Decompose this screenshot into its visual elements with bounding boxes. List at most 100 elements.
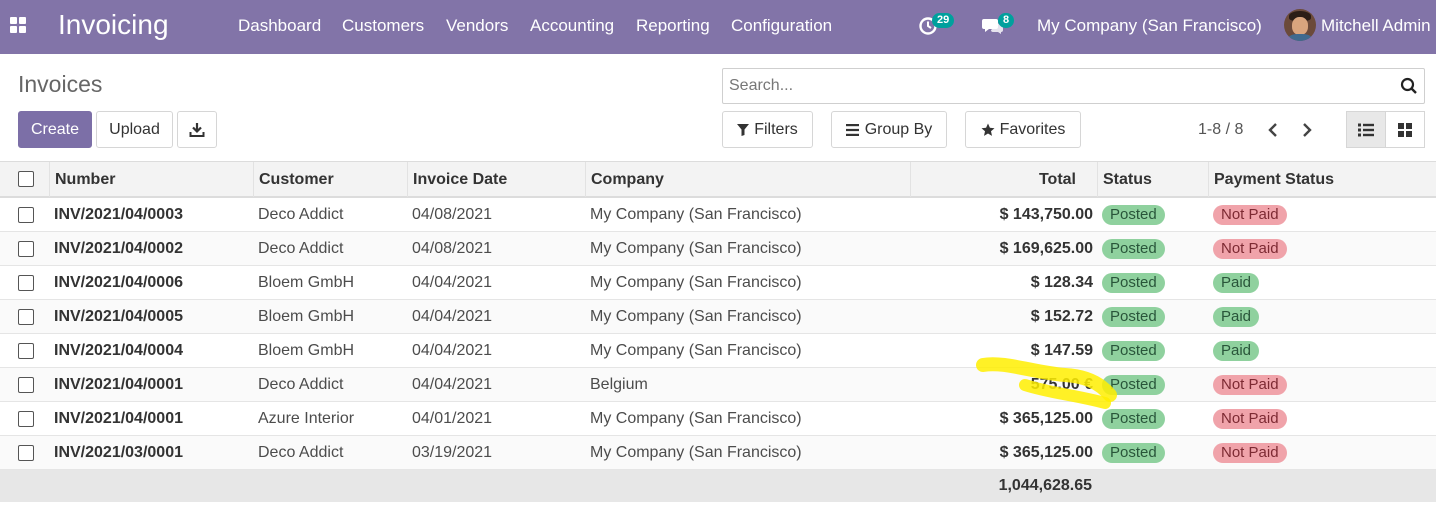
payment-status-badge: Not Paid xyxy=(1213,375,1287,395)
customer-name: Bloem GmbH xyxy=(258,342,355,359)
invoice-total: $ 143,750.00 xyxy=(999,206,1093,223)
invoice-date: 04/04/2021 xyxy=(412,308,493,325)
menu-customers[interactable]: Customers xyxy=(342,16,424,36)
customer-name: Deco Addict xyxy=(258,206,344,223)
row-checkbox[interactable] xyxy=(18,207,34,223)
invoice-number: INV/2021/04/0001 xyxy=(54,376,183,393)
search-bar xyxy=(722,68,1425,104)
column-number[interactable]: Number xyxy=(49,162,254,197)
sum-total: 1,044,628.65 xyxy=(998,477,1092,494)
payment-status-badge: Not Paid xyxy=(1213,409,1287,429)
row-checkbox[interactable] xyxy=(18,241,34,257)
status-badge: Posted xyxy=(1102,307,1165,327)
row-checkbox[interactable] xyxy=(18,343,34,359)
table-row[interactable]: INV/2021/04/0003 Deco Addict 04/08/2021 My … xyxy=(0,198,1436,232)
row-checkbox[interactable] xyxy=(18,445,34,461)
list-icon xyxy=(1358,123,1374,136)
company-name: My Company (San Francisco) xyxy=(590,444,802,461)
invoice-number: INV/2021/04/0005 xyxy=(54,308,183,325)
list-view-button[interactable] xyxy=(1346,111,1386,148)
yellow-highlight-mark xyxy=(976,357,1117,409)
chevron-left-icon[interactable] xyxy=(1266,121,1280,139)
star-icon xyxy=(981,123,995,136)
invoice-number: INV/2021/04/0006 xyxy=(54,274,183,291)
row-checkbox[interactable] xyxy=(18,377,34,393)
status-badge: Posted xyxy=(1102,205,1165,225)
menu-accounting[interactable]: Accounting xyxy=(530,16,614,36)
table-row[interactable]: INV/2021/04/0001 Deco Addict 04/04/2021 Bel… xyxy=(0,368,1436,402)
grid-icon xyxy=(1398,122,1412,137)
invoice-date: 04/01/2021 xyxy=(412,410,493,427)
upload-button[interactable]: Upload xyxy=(96,111,173,148)
menu-configuration[interactable]: Configuration xyxy=(731,16,832,36)
company-switcher[interactable]: My Company (San Francisco) xyxy=(1037,16,1262,36)
invoice-total: $ 365,125.00 xyxy=(999,444,1093,461)
table-row[interactable]: INV/2021/03/0001 Deco Addict 03/19/2021 My … xyxy=(0,436,1436,470)
table-row[interactable]: INV/2021/04/0006 Bloem GmbH 04/04/2021 My C… xyxy=(0,266,1436,300)
invoice-number: INV/2021/04/0001 xyxy=(54,410,183,427)
column-status[interactable]: Status xyxy=(1097,162,1209,197)
favorites-label: Favorites xyxy=(999,120,1066,138)
column-invoice-date[interactable]: Invoice Date xyxy=(407,162,586,197)
user-avatar[interactable] xyxy=(1284,9,1316,41)
customer-name: Bloem GmbH xyxy=(258,274,355,291)
invoice-date: 04/04/2021 xyxy=(412,274,493,291)
invoice-date: 04/04/2021 xyxy=(412,342,493,359)
table-row[interactable]: INV/2021/04/0001 Azure Interior 04/01/2021… xyxy=(0,402,1436,436)
company-name: My Company (San Francisco) xyxy=(590,206,802,223)
select-all-checkbox[interactable] xyxy=(18,171,34,187)
payment-status-badge: Paid xyxy=(1213,341,1260,361)
table-row[interactable]: INV/2021/04/0002 Deco Addict 04/08/2021 My … xyxy=(0,232,1436,266)
company-name: My Company (San Francisco) xyxy=(590,274,802,291)
menu-dashboard[interactable]: Dashboard xyxy=(238,16,321,36)
message-count-badge: 8 xyxy=(998,13,1015,28)
customer-name: Deco Addict xyxy=(258,376,344,393)
row-checkbox[interactable] xyxy=(18,411,34,427)
invoice-total: $ 169,625.00 xyxy=(999,240,1093,257)
payment-status-badge: Not Paid xyxy=(1213,443,1287,463)
top-navbar: Invoicing Dashboard Customers Vendors Ac… xyxy=(0,0,1436,54)
column-total[interactable]: Total xyxy=(910,162,1098,197)
company-name: My Company (San Francisco) xyxy=(590,342,802,359)
payment-status-badge: Paid xyxy=(1213,307,1260,327)
group-by-label: Group By xyxy=(864,120,933,138)
column-company[interactable]: Company xyxy=(585,162,911,197)
table-footer: 1,044,628.65 xyxy=(0,470,1436,502)
column-payment-status[interactable]: Payment Status xyxy=(1208,162,1436,197)
status-badge: Posted xyxy=(1102,443,1165,463)
invoice-date: 04/08/2021 xyxy=(412,206,493,223)
bars-icon xyxy=(845,123,859,136)
chevron-right-icon[interactable] xyxy=(1300,121,1314,139)
table-row[interactable]: INV/2021/04/0004 Bloem GmbH 04/04/2021 My C… xyxy=(0,334,1436,368)
customer-name: Deco Addict xyxy=(258,240,344,257)
page-title: Invoices xyxy=(18,71,103,97)
row-checkbox[interactable] xyxy=(18,309,34,325)
invoice-date: 04/04/2021 xyxy=(412,376,493,393)
column-customer[interactable]: Customer xyxy=(253,162,408,197)
favorites-button[interactable]: Favorites xyxy=(965,111,1081,148)
kanban-view-button[interactable] xyxy=(1385,111,1425,148)
invoice-total: $ 128.34 xyxy=(1030,274,1093,291)
menu-reporting[interactable]: Reporting xyxy=(636,16,710,36)
menu-vendors[interactable]: Vendors xyxy=(446,16,508,36)
table-row[interactable]: INV/2021/04/0005 Bloem GmbH 04/04/2021 My C… xyxy=(0,300,1436,334)
invoice-number: INV/2021/03/0001 xyxy=(54,444,183,461)
download-icon xyxy=(189,122,205,137)
search-input[interactable] xyxy=(729,75,1389,97)
funnel-icon xyxy=(737,123,750,136)
row-checkbox[interactable] xyxy=(18,275,34,291)
payment-status-badge: Not Paid xyxy=(1213,239,1287,259)
group-by-button[interactable]: Group By xyxy=(831,111,947,148)
pager-value[interactable]: 1-8 / 8 xyxy=(1198,121,1243,139)
filters-button[interactable]: Filters xyxy=(722,111,813,148)
status-badge: Posted xyxy=(1102,239,1165,259)
invoice-number: INV/2021/04/0003 xyxy=(54,206,183,223)
create-button[interactable]: Create xyxy=(18,111,92,148)
search-icon[interactable] xyxy=(1400,77,1418,95)
download-button[interactable] xyxy=(177,111,217,148)
user-menu[interactable]: Mitchell Admin xyxy=(1321,16,1431,36)
activity-count-badge: 29 xyxy=(932,13,955,28)
apps-menu-icon[interactable] xyxy=(10,17,26,33)
customer-name: Bloem GmbH xyxy=(258,308,355,325)
payment-status-badge: Paid xyxy=(1213,273,1260,293)
